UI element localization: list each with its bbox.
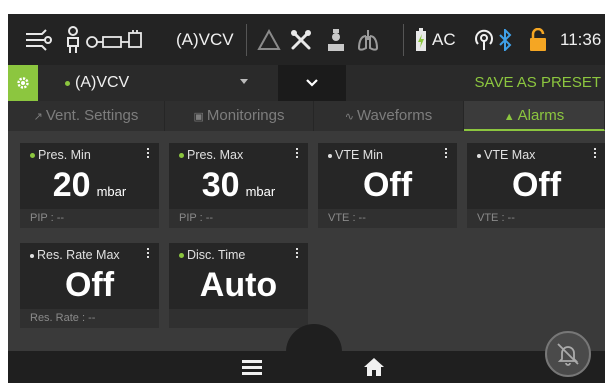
more-options-icon[interactable] bbox=[445, 148, 448, 160]
wave-icon: ∿ bbox=[344, 111, 354, 123]
menu-icon[interactable] bbox=[242, 359, 262, 380]
tab-monitorings[interactable]: ▣ Monitorings bbox=[165, 101, 314, 131]
status-dot bbox=[477, 153, 481, 158]
alarm-silence-icon bbox=[557, 343, 579, 366]
bottom-bar bbox=[8, 351, 605, 383]
card-measured: VTE : -- bbox=[467, 209, 605, 228]
tab-label: Monitorings bbox=[206, 107, 285, 124]
status-bar: (A)VCV AC 11:36 bbox=[8, 14, 605, 65]
mode-row: (A)VCV SAVE AS PRESET bbox=[8, 65, 605, 101]
tab-label: Vent. Settings bbox=[45, 107, 139, 124]
status-mode: (A)VCV bbox=[176, 29, 234, 49]
status-dot bbox=[328, 153, 332, 158]
card-title: VTE Max bbox=[477, 148, 535, 162]
bell-icon: ▲ bbox=[503, 111, 515, 123]
value-unit: mbar bbox=[245, 184, 276, 199]
value-number: Off bbox=[64, 266, 115, 304]
status-dot bbox=[179, 253, 184, 259]
card-measured: VTE : -- bbox=[318, 209, 457, 228]
alarm-card-disc-time[interactable]: Disc. Time Auto bbox=[169, 243, 308, 328]
alarm-card-vte-min[interactable]: VTE Min Off VTE : -- bbox=[318, 143, 457, 228]
clock: 11:36 bbox=[560, 29, 602, 49]
caret-down-icon[interactable] bbox=[240, 79, 248, 84]
more-options-icon[interactable] bbox=[296, 148, 299, 160]
card-value: Auto bbox=[169, 265, 308, 305]
alarm-card-pres-min[interactable]: Pres. Min 20 mbar PIP : -- bbox=[20, 143, 159, 228]
card-title-text: Disc. Time bbox=[187, 248, 246, 262]
monitor-icon: ▣ bbox=[193, 111, 204, 123]
alarm-card-res-rate-max[interactable]: Res. Rate Max Off Res. Rate : -- bbox=[20, 243, 159, 328]
tab-bar: ↗ Vent. Settings ▣ Monitorings ∿ Waveforms … bbox=[8, 101, 605, 131]
value-number: Auto bbox=[199, 266, 278, 304]
card-value: Off bbox=[467, 165, 605, 205]
gear-icon bbox=[17, 77, 29, 89]
tab-waveforms[interactable]: ∿ Waveforms bbox=[314, 101, 464, 131]
card-title-text: Pres. Min bbox=[38, 148, 91, 162]
card-title-text: VTE Max bbox=[484, 148, 536, 162]
card-title: Pres. Max bbox=[179, 148, 243, 162]
card-title-text: Pres. Max bbox=[187, 148, 244, 162]
value-number: Off bbox=[511, 166, 562, 204]
more-options-icon[interactable] bbox=[296, 248, 299, 260]
card-title: Disc. Time bbox=[179, 248, 245, 262]
card-title: Res. Rate Max bbox=[30, 248, 120, 262]
status-dot bbox=[30, 153, 35, 159]
card-title: Pres. Min bbox=[30, 148, 91, 162]
status-dot bbox=[179, 153, 184, 159]
value-number: Off bbox=[362, 166, 413, 204]
alarm-triangle-icon bbox=[257, 14, 281, 65]
power-source: AC bbox=[432, 29, 456, 49]
home-icon[interactable] bbox=[363, 357, 385, 382]
bluetooth-icon bbox=[498, 14, 512, 65]
tools-icon[interactable] bbox=[289, 14, 313, 65]
more-options-icon[interactable] bbox=[147, 248, 150, 260]
tab-alarms[interactable]: ▲ Alarms bbox=[464, 101, 605, 131]
tab-label: Waveforms bbox=[356, 107, 433, 124]
battery-icon bbox=[415, 14, 427, 65]
chevron-down-icon bbox=[306, 79, 318, 87]
card-title-text: VTE Min bbox=[335, 148, 383, 162]
card-value: 20 mbar bbox=[20, 165, 159, 212]
nurse-icon bbox=[326, 14, 346, 65]
value-unit: mbar bbox=[96, 184, 127, 199]
card-measured: PIP : -- bbox=[169, 209, 308, 228]
card-measured: Res. Rate : -- bbox=[20, 309, 159, 328]
wireless-icon bbox=[472, 14, 496, 65]
more-options-icon[interactable] bbox=[147, 148, 150, 160]
value-number: 20 bbox=[52, 166, 91, 204]
mode-selector[interactable]: (A)VCV bbox=[75, 65, 129, 101]
save-as-preset-button[interactable]: SAVE AS PRESET bbox=[475, 65, 601, 101]
wrench-icon: ↗ bbox=[33, 111, 43, 123]
patient-icon bbox=[66, 14, 80, 65]
mode-status-dot bbox=[65, 81, 70, 86]
ventilator-screen: (A)VCV AC 11:36 (A)VCV SAVE AS PRESET ↗ … bbox=[8, 14, 605, 383]
card-title-text: Res. Rate Max bbox=[37, 248, 120, 262]
alarm-card-vte-max[interactable]: VTE Max Off VTE : -- bbox=[467, 143, 605, 228]
alarm-silence-button[interactable] bbox=[545, 331, 591, 377]
card-measured: PIP : -- bbox=[20, 209, 159, 228]
tab-label: Alarms bbox=[517, 107, 565, 124]
card-measured bbox=[169, 309, 308, 328]
alarm-card-pres-max[interactable]: Pres. Max 30 mbar PIP : -- bbox=[169, 143, 308, 228]
more-options-icon[interactable] bbox=[594, 148, 597, 160]
tab-vent-settings[interactable]: ↗ Vent. Settings bbox=[8, 101, 165, 131]
card-value: Off bbox=[20, 265, 159, 305]
lungs-icon bbox=[357, 14, 379, 65]
unlock-icon[interactable] bbox=[529, 14, 547, 65]
expand-button[interactable] bbox=[278, 65, 346, 101]
card-value: Off bbox=[318, 165, 457, 205]
settings-button[interactable] bbox=[8, 65, 38, 101]
card-title: VTE Min bbox=[328, 148, 383, 162]
circuit-icon bbox=[24, 14, 52, 65]
value-number: 30 bbox=[201, 166, 240, 204]
status-dot bbox=[30, 253, 34, 258]
humidifier-icon bbox=[85, 14, 145, 65]
card-value: 30 mbar bbox=[169, 165, 308, 212]
